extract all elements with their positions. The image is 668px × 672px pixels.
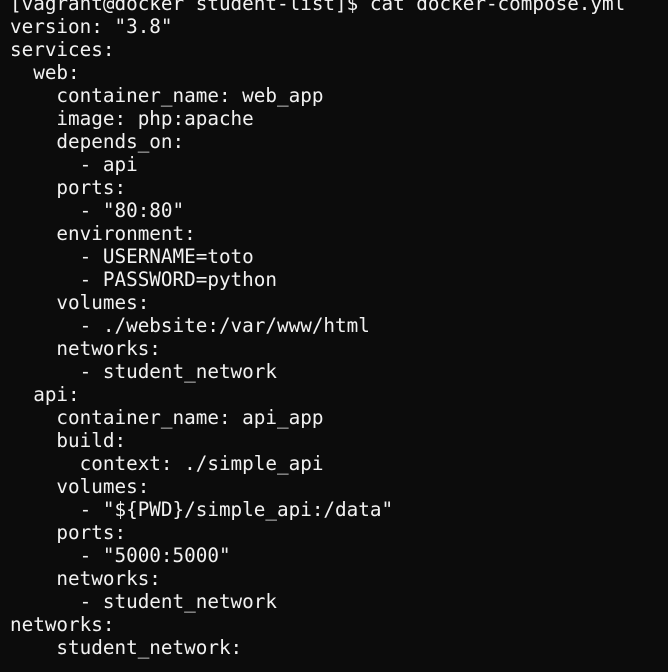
terminal-window[interactable]: [vagrant@docker student-list]$ cat docke…	[0, 0, 668, 672]
terminal-line: - student_network	[10, 360, 277, 383]
terminal-line: - student_network	[10, 590, 277, 613]
terminal-line: networks:	[10, 337, 161, 360]
terminal-line: web:	[10, 61, 80, 84]
terminal-line: api:	[10, 383, 80, 406]
terminal-line: - ./website:/var/www/html	[10, 314, 370, 337]
terminal-line: services:	[10, 38, 115, 61]
terminal-line: - "${PWD}/simple_api:/data"	[10, 498, 394, 521]
terminal-line: ports:	[10, 521, 127, 544]
terminal-line: container_name: api_app	[10, 406, 324, 429]
terminal-line: - api	[10, 153, 138, 176]
terminal-line: build:	[10, 429, 127, 452]
terminal-line: ports:	[10, 176, 127, 199]
terminal-line: networks:	[10, 613, 115, 636]
terminal-line: - "5000:5000"	[10, 544, 231, 567]
terminal-line: - USERNAME=toto	[10, 245, 254, 268]
terminal-line: depends_on:	[10, 130, 185, 153]
terminal-line: - PASSWORD=python	[10, 268, 277, 291]
terminal-line: environment:	[10, 222, 196, 245]
terminal-line: student_network:	[10, 636, 243, 659]
terminal-line-prompt: [vagrant@docker student-list]$ cat docke…	[10, 0, 626, 15]
terminal-line: context: ./simple_api	[10, 452, 324, 475]
terminal-line: networks:	[10, 567, 161, 590]
terminal-line: image: php:apache	[10, 107, 254, 130]
terminal-line: version: "3.8"	[10, 15, 173, 38]
terminal-line: - "80:80"	[10, 199, 185, 222]
terminal-line: volumes:	[10, 291, 150, 314]
terminal-output: [vagrant@docker student-list]$ cat docke…	[10, 0, 625, 659]
terminal-line: volumes:	[10, 475, 150, 498]
terminal-line: container_name: web_app	[10, 84, 324, 107]
